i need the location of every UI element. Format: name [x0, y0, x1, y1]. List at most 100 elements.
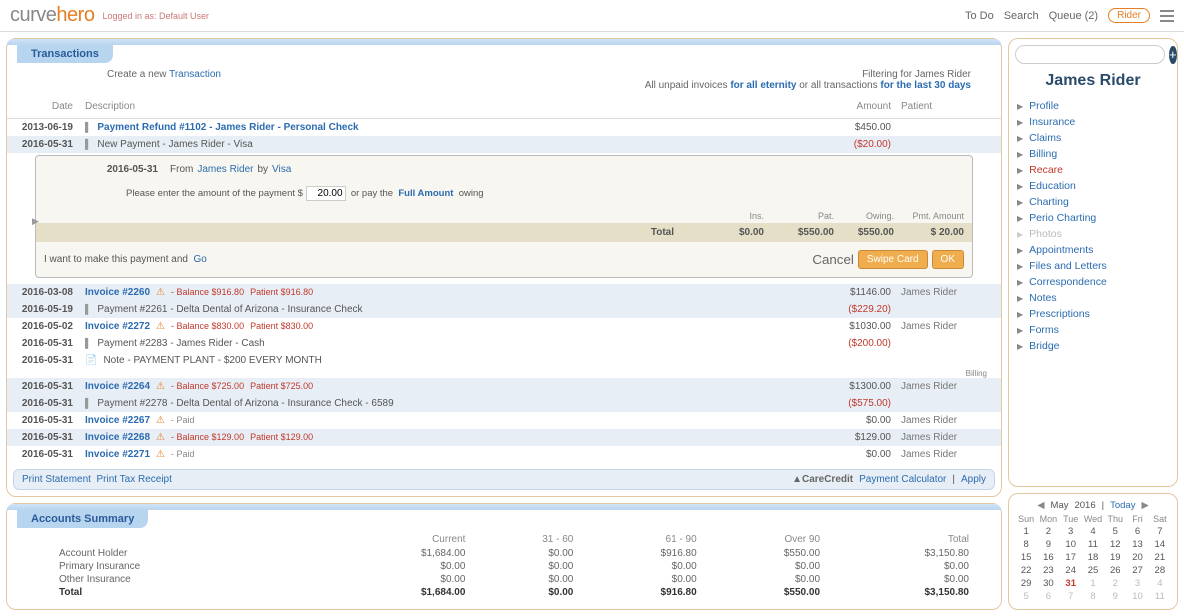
filter-30days-link[interactable]: for the last 30 days	[880, 80, 971, 91]
expand-icon[interactable]: ▌	[85, 338, 91, 348]
patient-search-input[interactable]	[1015, 45, 1165, 64]
sidebar-item[interactable]: ▶Education	[1017, 178, 1169, 194]
sidebar-item[interactable]: ▶Appointments	[1017, 242, 1169, 258]
calendar-day[interactable]: 21	[1149, 551, 1171, 564]
todo-link[interactable]: To Do	[965, 10, 994, 22]
calendar-day[interactable]: 4	[1149, 577, 1171, 590]
swipe-card-button[interactable]: Swipe Card	[858, 250, 928, 269]
invoice-link[interactable]: Invoice #2271	[85, 449, 150, 460]
sidebar-item[interactable]: ▶Billing	[1017, 146, 1169, 162]
invoice-link[interactable]: Invoice #2272	[85, 321, 150, 332]
print-statement-link[interactable]: Print Statement	[22, 474, 91, 485]
sidebar-item[interactable]: ▶Insurance	[1017, 114, 1169, 130]
table-row: 2016-05-31Invoice #2271 ⚠ - Paid$0.00Jam…	[7, 446, 1001, 463]
menu-icon[interactable]	[1160, 10, 1174, 22]
calendar-day[interactable]: 22	[1015, 564, 1037, 577]
calendar-day[interactable]: 24	[1060, 564, 1082, 577]
sidebar-item[interactable]: ▶Forms	[1017, 322, 1169, 338]
cal-prev-icon[interactable]: ◀	[1037, 500, 1044, 511]
sidebar-item[interactable]: ▶Prescriptions	[1017, 306, 1169, 322]
calendar-day[interactable]: 31	[1060, 577, 1082, 590]
chevron-right-icon: ▶	[1017, 166, 1023, 175]
transactions-title: Transactions	[17, 45, 113, 63]
search-link[interactable]: Search	[1004, 10, 1039, 22]
chevron-right-icon: ▶	[1017, 102, 1023, 111]
calendar-day[interactable]: 1	[1015, 525, 1037, 538]
invoice-link[interactable]: Invoice #2260	[85, 287, 150, 298]
invoice-link[interactable]: Invoice #2264	[85, 381, 150, 392]
cal-next-icon[interactable]: ▶	[1141, 500, 1148, 511]
sidebar-item[interactable]: ▶Profile	[1017, 98, 1169, 114]
calendar-day[interactable]: 25	[1082, 564, 1104, 577]
calendar-day[interactable]: 3	[1060, 525, 1082, 538]
calendar-day[interactable]: 29	[1015, 577, 1037, 590]
calendar-day[interactable]: 20	[1126, 551, 1148, 564]
payment-calc-link[interactable]: Payment Calculator	[859, 474, 946, 485]
method-link[interactable]: Visa	[272, 164, 291, 175]
full-amount-link[interactable]: Full Amount	[398, 188, 453, 199]
table-row: 2013-06-19▌Payment Refund #1102 - James …	[7, 119, 1001, 136]
calendar-day[interactable]: 16	[1037, 551, 1059, 564]
calendar-day[interactable]: 18	[1082, 551, 1104, 564]
th-patient: Patient	[891, 101, 991, 112]
create-transaction-link[interactable]: Transaction	[169, 69, 221, 80]
invoice-link[interactable]: Invoice #2268	[85, 432, 150, 443]
sidebar-item[interactable]: ▶Correspondence	[1017, 274, 1169, 290]
calendar-day[interactable]: 27	[1126, 564, 1148, 577]
ok-button[interactable]: OK	[932, 250, 964, 269]
go-link[interactable]: Go	[194, 254, 207, 265]
cancel-button[interactable]: Cancel	[812, 252, 854, 267]
calendar-day[interactable]: 26	[1104, 564, 1126, 577]
calendar-day[interactable]: 11	[1082, 538, 1104, 551]
calendar-day[interactable]: 5	[1104, 525, 1126, 538]
invoice-link[interactable]: Invoice #2267	[85, 415, 150, 426]
calendar-day[interactable]: 17	[1060, 551, 1082, 564]
calendar-day[interactable]: 15	[1015, 551, 1037, 564]
sidebar-item[interactable]: ▶Recare	[1017, 162, 1169, 178]
patient-chip[interactable]: Rider	[1108, 8, 1150, 23]
add-patient-button[interactable]: +	[1169, 46, 1177, 64]
calendar-day[interactable]: 8	[1015, 538, 1037, 551]
calendar-day[interactable]: 23	[1037, 564, 1059, 577]
table-row: 2016-05-31▌New Payment - James Rider - V…	[7, 136, 1001, 153]
calendar-day[interactable]: 10	[1060, 538, 1082, 551]
calendar-day[interactable]: 30	[1037, 577, 1059, 590]
filter-pre: All unpaid invoices	[645, 80, 728, 91]
calendar-day[interactable]: 4	[1082, 525, 1104, 538]
calendar-day[interactable]: 7	[1149, 525, 1171, 538]
expand-icon[interactable]: ▶	[32, 216, 39, 227]
expand-icon[interactable]: ▌	[85, 139, 91, 149]
cal-today-link[interactable]: Today	[1110, 500, 1135, 511]
calendar-day[interactable]: 2	[1104, 577, 1126, 590]
sidebar-item[interactable]: ▶Files and Letters	[1017, 258, 1169, 274]
filter-eternity-link[interactable]: for all eternity	[730, 80, 796, 91]
calendar-day[interactable]: 3	[1126, 577, 1148, 590]
sidebar-item[interactable]: ▶Claims	[1017, 130, 1169, 146]
print-tax-link[interactable]: Print Tax Receipt	[96, 474, 171, 485]
sidebar-item[interactable]: ▶Notes	[1017, 290, 1169, 306]
sidebar-item[interactable]: ▶Perio Charting	[1017, 210, 1169, 226]
payment-amount-input[interactable]	[306, 186, 346, 201]
calendar-day[interactable]: 1	[1082, 577, 1104, 590]
expand-icon[interactable]: ▌	[85, 398, 91, 408]
calendar-day[interactable]: 6	[1126, 525, 1148, 538]
sidebar-item[interactable]: ▶Bridge	[1017, 338, 1169, 354]
expand-icon[interactable]: ▌	[85, 304, 91, 314]
calendar-day[interactable]: 13	[1126, 538, 1148, 551]
transactions-footer: Print Statement Print Tax Receipt ▲CareC…	[13, 469, 995, 490]
calendar-day[interactable]: 14	[1149, 538, 1171, 551]
calendar-day[interactable]: 19	[1104, 551, 1126, 564]
chevron-right-icon: ▶	[1017, 182, 1023, 191]
warning-icon: ⚠	[156, 287, 165, 298]
table-row: 2016-05-02Invoice #2272 ⚠ - Balance $830…	[7, 318, 1001, 335]
calendar-day[interactable]: 12	[1104, 538, 1126, 551]
payer-link[interactable]: James Rider	[197, 164, 253, 175]
apply-link[interactable]: Apply	[961, 474, 986, 485]
calendar-day[interactable]: 2	[1037, 525, 1059, 538]
payment-link[interactable]: Payment Refund #1102 - James Rider - Per…	[97, 122, 358, 133]
calendar-day[interactable]: 9	[1037, 538, 1059, 551]
calendar-day[interactable]: 28	[1149, 564, 1171, 577]
sidebar-item[interactable]: ▶Charting	[1017, 194, 1169, 210]
queue-link[interactable]: Queue (2)	[1049, 10, 1099, 22]
expand-icon[interactable]: ▌	[85, 122, 91, 132]
